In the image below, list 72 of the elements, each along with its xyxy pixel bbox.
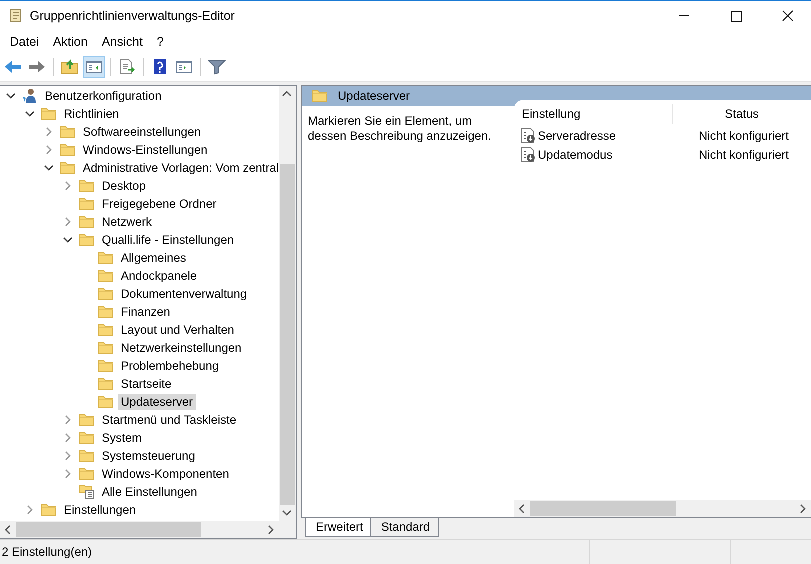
tree-item[interactable]: Desktop (99, 178, 150, 194)
settings-list-icon (79, 484, 95, 500)
tree-item[interactable]: Alle Einstellungen (99, 484, 200, 500)
tree-item[interactable]: Dokumentenverwaltung (118, 286, 250, 302)
folder-icon (79, 179, 95, 193)
column-header[interactable]: Einstellung (514, 104, 673, 124)
vertical-scrollbar[interactable] (279, 86, 296, 521)
folder-icon (98, 287, 114, 301)
folder-icon (79, 413, 95, 427)
folder-icon (79, 467, 95, 481)
menu-item[interactable]: ? (150, 35, 171, 49)
folder-icon (41, 503, 57, 517)
tree-item[interactable]: Einstellungen (61, 502, 140, 518)
folder-icon (98, 251, 114, 265)
scroll-icon (8, 8, 24, 24)
tree-item[interactable]: Systemsteuerung (99, 448, 198, 464)
folder-icon (98, 305, 114, 319)
status-text: 2 Einstellung(en) (1, 545, 94, 559)
folder-icon (98, 269, 114, 283)
folder-icon (60, 161, 76, 175)
view-tab[interactable]: Standard (370, 518, 440, 537)
tree-item[interactable]: System (99, 430, 146, 446)
tree-item[interactable]: Finanzen (118, 304, 174, 320)
user-icon (22, 88, 38, 104)
menu-item[interactable]: Aktion (46, 35, 95, 49)
folder-icon (98, 395, 114, 409)
tree-item[interactable]: Problembehebung (118, 358, 222, 374)
menu-item[interactable]: Ansicht (94, 35, 150, 49)
horizontal-scrollbar[interactable] (514, 500, 811, 517)
tree-item[interactable]: Updateserver (118, 394, 196, 410)
folder-icon (79, 233, 95, 247)
setting-name[interactable]: Updatemodus (538, 148, 613, 162)
tree-item[interactable]: Netzwerkeinstellungen (118, 340, 245, 356)
folder-icon (41, 107, 57, 121)
window-title: Gruppenrichtlinienverwaltungs-Editor (30, 9, 235, 23)
column-header[interactable]: Status (673, 104, 811, 124)
tree-item[interactable]: Windows-Einstellungen (80, 142, 211, 158)
details-title: Updateserver (338, 89, 410, 103)
menu-item[interactable]: Datei (3, 35, 46, 49)
folder-icon (98, 359, 114, 373)
tree-item[interactable]: Layout und Verhalten (118, 322, 238, 338)
tree-item[interactable]: Andockpanele (118, 268, 200, 284)
setting-status: Nicht konfiguriert (698, 128, 790, 142)
tree-item[interactable]: Benutzerkonfiguration (42, 88, 165, 104)
tree-item[interactable]: Administrative Vorlagen: Vom zentral (80, 160, 279, 176)
policy-setting-icon (521, 146, 537, 162)
folder-icon (60, 143, 76, 157)
tree-item[interactable]: Softwareeinstellungen (80, 124, 204, 140)
tree-item[interactable]: Richtlinien (61, 106, 122, 122)
folder-icon (312, 89, 328, 103)
folder-icon (79, 431, 95, 445)
setting-status: Nicht konfiguriert (698, 148, 790, 162)
tree-item[interactable]: Qualli.life - Einstellungen (99, 232, 238, 248)
pane-toggle-button[interactable] (83, 56, 105, 78)
setting-name[interactable]: Serveradresse (538, 128, 616, 142)
tree-item[interactable]: Allgemeines (118, 250, 190, 266)
folder-icon (79, 449, 95, 463)
tree-item[interactable]: Startseite (118, 376, 175, 392)
folder-icon (79, 197, 95, 211)
folder-icon (60, 125, 76, 139)
folder-icon (98, 377, 114, 391)
tree-item[interactable]: Startmenü und Taskleiste (99, 412, 240, 428)
description-text: Markieren Sie ein Element, um dessen Beschreibung anzuzeigen. (307, 113, 492, 145)
folder-icon (98, 341, 114, 355)
tree-item[interactable]: Freigegebene Ordner (99, 196, 220, 212)
folder-icon (98, 323, 114, 337)
tree-item[interactable]: Windows-Komponenten (99, 466, 232, 482)
horizontal-scrollbar[interactable] (0, 521, 296, 538)
folder-icon (79, 215, 95, 229)
view-tab[interactable]: Erweitert (305, 518, 372, 537)
policy-setting-icon (521, 128, 537, 144)
tree-item[interactable]: Netzwerk (99, 214, 156, 230)
